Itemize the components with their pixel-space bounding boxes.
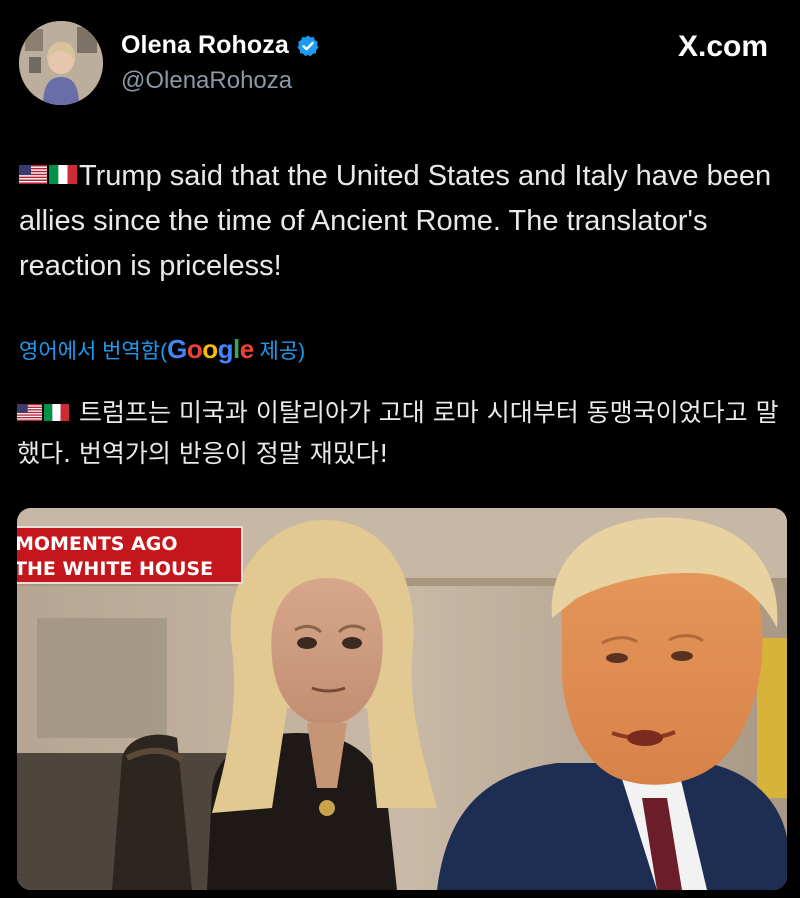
chyron-line-1: MOMENTS AGO bbox=[17, 533, 178, 555]
media-image[interactable]: MOMENTS AGO THE WHITE HOUSE bbox=[17, 508, 787, 890]
news-chyron: MOMENTS AGO THE WHITE HOUSE bbox=[17, 526, 243, 584]
display-name[interactable]: Olena Rohoza bbox=[121, 31, 289, 60]
author-name-row: Olena Rohoza bbox=[121, 31, 320, 60]
avatar[interactable] bbox=[19, 21, 103, 105]
us-flag-icon bbox=[17, 403, 42, 421]
site-label: X.com bbox=[677, 30, 768, 63]
translated-body: 트럼프는 미국과 이탈리아가 고대 로마 시대부터 동맹국이었다고 말했다. 번… bbox=[17, 398, 779, 468]
us-flag-icon bbox=[19, 164, 47, 184]
tweet-card: Olena Rohoza @OlenaRohoza X.com Trump sa… bbox=[0, 0, 800, 898]
italy-flag-icon bbox=[49, 164, 77, 184]
tweet-body: Trump said that the United States and It… bbox=[19, 160, 772, 282]
translation-prefix: 영어에서 번역함( bbox=[19, 340, 168, 363]
translation-attribution[interactable]: 영어에서 번역함(Google 제공) bbox=[19, 334, 305, 365]
tweet-text: Trump said that the United States and It… bbox=[19, 154, 789, 289]
profile-photo-icon bbox=[19, 21, 103, 105]
italy-flag-icon bbox=[44, 403, 69, 421]
author-handle[interactable]: @OlenaRohoza bbox=[121, 67, 292, 95]
translation-suffix: 제공) bbox=[253, 340, 306, 363]
translated-text: 트럼프는 미국과 이탈리아가 고대 로마 시대부터 동맹국이었다고 말했다. 번… bbox=[17, 392, 787, 474]
google-logo: Google bbox=[167, 334, 254, 364]
chyron-line-2: THE WHITE HOUSE bbox=[17, 558, 214, 580]
verified-badge-icon bbox=[297, 35, 319, 56]
